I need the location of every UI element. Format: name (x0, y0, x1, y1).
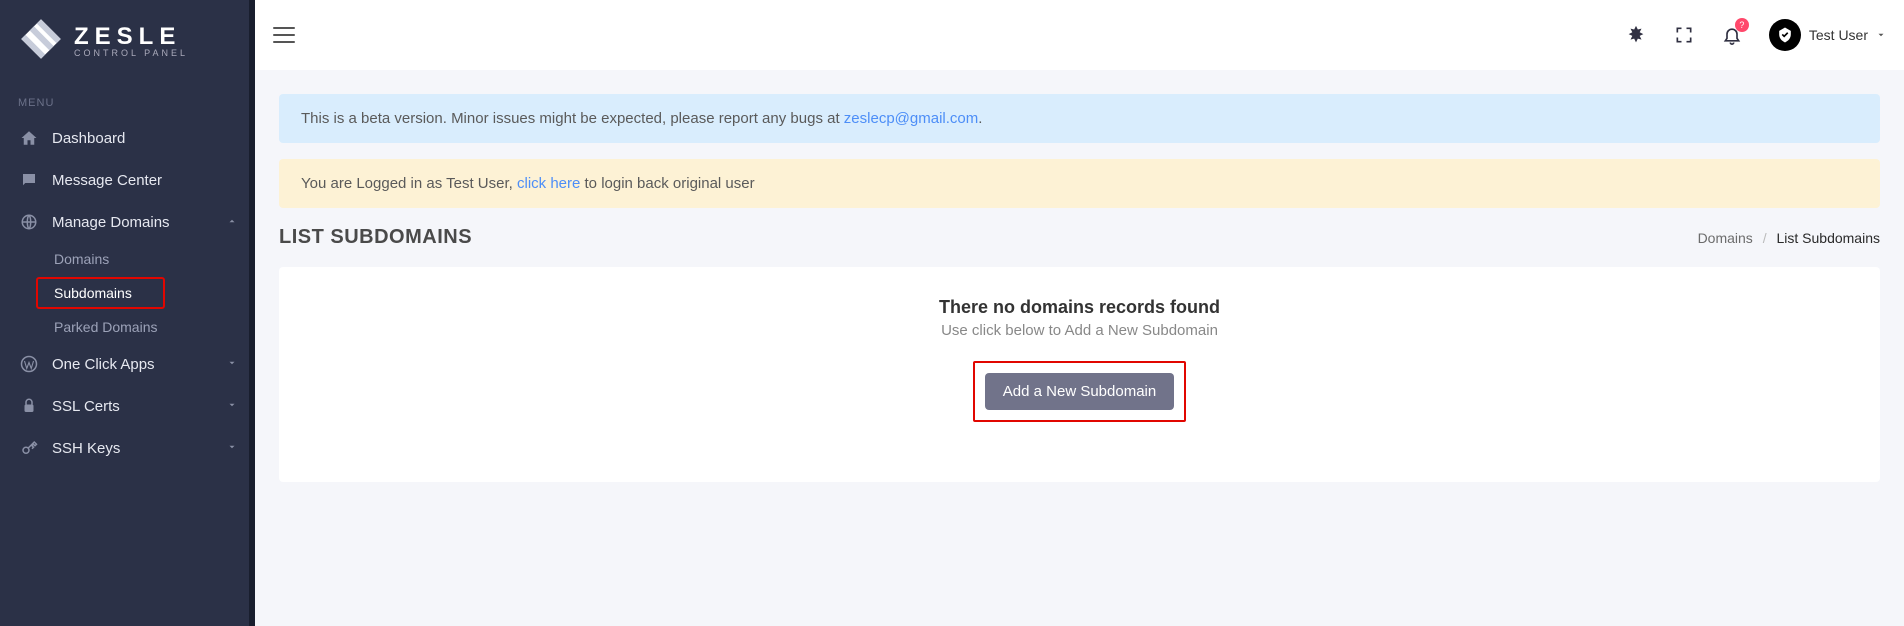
nav-label: Dashboard (52, 130, 125, 147)
nav-ssl-certs[interactable]: SSL Certs (0, 385, 255, 427)
key-icon (18, 439, 40, 457)
user-menu[interactable]: Test User (1769, 19, 1886, 51)
content: This is a beta version. Minor issues mig… (255, 70, 1904, 522)
chevron-down-icon (227, 399, 237, 413)
topbar: ? Test User (255, 0, 1904, 70)
user-name: Test User (1809, 27, 1868, 43)
nav-label: SSL Certs (52, 398, 120, 415)
nav-manage-domains[interactable]: Manage Domains (0, 201, 255, 243)
nav-ssh-keys[interactable]: SSH Keys (0, 427, 255, 469)
sidebar: ZESLE CONTROL PANEL MENU Dashboard Messa… (0, 0, 255, 626)
subnav-subdomains[interactable]: Subdomains (36, 277, 165, 309)
empty-state-card: There no domains records found Use click… (279, 267, 1880, 482)
chevron-down-icon (1876, 27, 1886, 43)
alert-text: You are Logged in as Test User, (301, 175, 517, 192)
breadcrumb-separator: / (1763, 230, 1767, 246)
beta-email-link[interactable]: zeslecp@gmail.com (844, 110, 978, 127)
menu-heading: MENU (0, 87, 255, 117)
wordpress-icon (18, 355, 40, 373)
nav-label: One Click Apps (52, 356, 155, 373)
alert-text: This is a beta version. Minor issues mig… (301, 110, 844, 127)
nav-one-click-apps[interactable]: One Click Apps (0, 343, 255, 385)
chevron-down-icon (227, 357, 237, 371)
logo-subtitle: CONTROL PANEL (74, 49, 188, 58)
nav-message-center[interactable]: Message Center (0, 159, 255, 201)
menu-toggle-icon[interactable] (273, 27, 295, 43)
maple-leaf-icon[interactable] (1625, 24, 1647, 46)
page-title: LIST SUBDOMAINS (279, 226, 472, 249)
nav-dashboard[interactable]: Dashboard (0, 117, 255, 159)
add-subdomain-button[interactable]: Add a New Subdomain (985, 373, 1174, 410)
subnav-parked-domains[interactable]: Parked Domains (0, 311, 255, 343)
login-as-alert: You are Logged in as Test User, click he… (279, 159, 1880, 208)
chat-icon (18, 171, 40, 189)
home-icon (18, 129, 40, 147)
alert-text: to login back original user (580, 175, 754, 192)
nav-label: Message Center (52, 172, 162, 189)
empty-state-heading: There no domains records found (303, 297, 1856, 318)
lock-icon (18, 397, 40, 415)
nav-label: Manage Domains (52, 214, 170, 231)
logo[interactable]: ZESLE CONTROL PANEL (0, 0, 255, 87)
beta-alert: This is a beta version. Minor issues mig… (279, 94, 1880, 143)
empty-state-sub: Use click below to Add a New Subdomain (303, 322, 1856, 339)
logo-mark-icon (18, 16, 64, 67)
add-button-highlight: Add a New Subdomain (973, 361, 1186, 422)
logo-title: ZESLE (74, 25, 188, 49)
login-back-link[interactable]: click here (517, 175, 580, 192)
notification-badge: ? (1735, 18, 1749, 32)
breadcrumb: Domains / List Subdomains (1698, 230, 1880, 246)
main-area: ? Test User This is a beta version. Mino… (255, 0, 1904, 626)
nav-label: SSH Keys (52, 440, 120, 457)
globe-icon (18, 213, 40, 231)
chevron-up-icon (227, 215, 237, 229)
bell-icon[interactable]: ? (1721, 24, 1743, 46)
alert-text: . (978, 110, 982, 127)
subnav-domains[interactable]: Domains (0, 243, 255, 275)
fullscreen-icon[interactable] (1673, 24, 1695, 46)
chevron-down-icon (227, 441, 237, 455)
breadcrumb-root[interactable]: Domains (1698, 230, 1753, 246)
avatar (1769, 19, 1801, 51)
breadcrumb-current: List Subdomains (1776, 230, 1880, 246)
